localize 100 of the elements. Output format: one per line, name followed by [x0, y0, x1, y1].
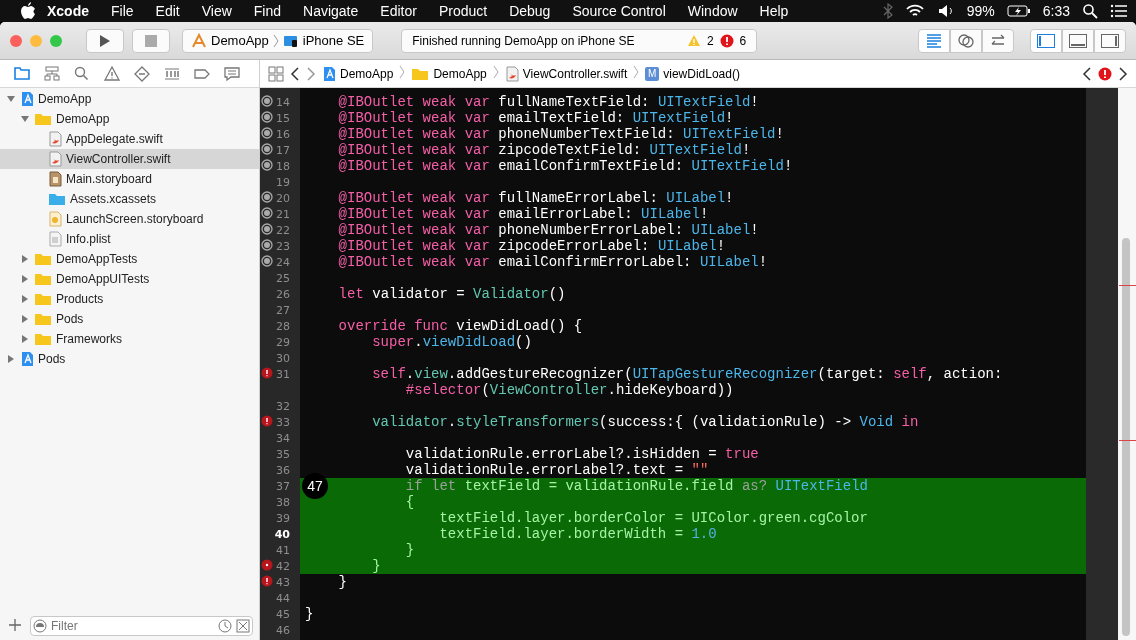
clock: 6:33 [1042, 3, 1070, 19]
file-tree-item[interactable]: DemoApp [0, 109, 259, 129]
code-line: @IBOutlet weak var emailErrorLabel: UILabel! [338, 206, 709, 222]
file-tree-item[interactable]: LaunchScreen.storyboard [0, 209, 259, 229]
panel-toggle-button[interactable] [1062, 28, 1094, 53]
code-line: validationRule.errorLabel?.text = "" [405, 462, 709, 478]
run-button[interactable] [86, 28, 124, 53]
line-number: 28 [276, 319, 290, 333]
zoom-button[interactable] [50, 34, 62, 47]
menu-item[interactable]: Xcode [36, 3, 100, 19]
line-number: 46 [276, 623, 290, 637]
menu-item[interactable]: Window [676, 3, 749, 19]
file-tree-item[interactable]: Pods [0, 309, 259, 329]
panel-toggle-button[interactable] [1030, 28, 1062, 53]
menu-item[interactable]: Editor [369, 3, 428, 19]
battery-charging-icon [1006, 4, 1031, 18]
filter-icon [33, 619, 47, 633]
close-button[interactable] [10, 34, 22, 47]
method-icon [645, 66, 660, 81]
panel-toggle-button[interactable] [1094, 28, 1126, 53]
file-tree-item[interactable]: DemoAppTests [0, 249, 259, 269]
plist-file-icon [48, 231, 62, 247]
line-number: 20 [276, 191, 290, 205]
warning-icon [103, 64, 121, 83]
line-number: 25 [276, 271, 290, 285]
editor-mode-button[interactable] [982, 28, 1014, 53]
menu-item[interactable]: File [100, 3, 145, 19]
file-tree-item[interactable]: ViewController.swift [0, 149, 259, 169]
menu-item[interactable]: Find [242, 3, 293, 19]
editor-mode-button[interactable] [950, 28, 982, 53]
breadcrumb-item[interactable]: ViewController.swift [504, 65, 628, 82]
menu-item[interactable]: View [190, 3, 243, 19]
line-number: 16 [276, 127, 290, 141]
related-items-icon [268, 65, 284, 82]
code-line: @IBOutlet weak var zipcodeErrorLabel: UILabel! [338, 238, 726, 254]
clock-icon [218, 619, 232, 633]
file-tree-item[interactable]: Products [0, 289, 259, 309]
menu-item[interactable]: Debug [498, 3, 562, 19]
chevron-icon [399, 65, 406, 79]
scroll-thumb[interactable] [1122, 238, 1130, 636]
scheme-selector[interactable]: DemoApp iPhone SE [182, 28, 374, 53]
code-line: validationRule.errorLabel?.isHidden = true [405, 446, 759, 462]
text-lines-icon [925, 31, 943, 50]
editor-mode-button[interactable] [918, 28, 950, 53]
breadcrumb-item[interactable]: DemoApp [322, 65, 394, 82]
breadcrumb-item[interactable]: DemoApp [411, 66, 487, 81]
file-tree-item[interactable]: Frameworks [0, 329, 259, 349]
line-number: 39 [276, 511, 290, 525]
error-icon [719, 33, 734, 48]
file-tree-item[interactable]: Main.storyboard [0, 169, 259, 189]
code-line: let validator = Validator() [338, 286, 566, 302]
outlet-connected-icon [261, 110, 273, 123]
bluetooth-icon [882, 3, 893, 19]
line-number: 22 [276, 223, 290, 237]
line-number: 21 [276, 207, 290, 221]
code-line: @IBOutlet weak var zipcodeTextField: UITextField! [338, 142, 751, 158]
line-number: 30 [276, 351, 290, 365]
step-badge: 47 [302, 473, 328, 499]
file-tree-item[interactable]: Assets.xcassets [0, 189, 259, 209]
line-number: 27 [276, 303, 290, 317]
file-tree-item[interactable]: DemoAppUITests [0, 269, 259, 289]
menu-item[interactable]: Product [427, 3, 499, 19]
line-number: 40 [274, 527, 290, 541]
folder-icon [34, 272, 52, 286]
outlet-connected-icon [261, 190, 273, 203]
hammer-app-icon [191, 32, 207, 49]
right-panel-icon [1100, 31, 1120, 50]
line-number: 29 [276, 335, 290, 349]
storyboard-file-icon [48, 171, 62, 187]
code-line: super.viewDidLoad() [372, 334, 532, 350]
folder-icon [34, 312, 52, 326]
error-icon [261, 574, 273, 587]
line-number: 26 [276, 287, 290, 301]
chevron-icon [633, 65, 640, 79]
file-tree-item[interactable]: DemoApp [0, 89, 259, 109]
code-line: override func viewDidLoad() { [338, 318, 583, 334]
code-line: if let textField = validationRule.field as? UITextField [405, 478, 868, 494]
outlet-connected-icon [261, 126, 273, 139]
bottom-panel-icon [1068, 31, 1088, 50]
filter-field[interactable]: Filter [30, 616, 253, 636]
file-tree-item[interactable]: Pods [0, 349, 259, 369]
menu-item[interactable]: Help [748, 3, 800, 19]
line-number: 35 [276, 447, 290, 461]
phone-icon [282, 33, 299, 48]
outlet-connected-icon [261, 222, 273, 235]
menu-item[interactable]: Source Control [561, 3, 677, 19]
stop-button[interactable] [132, 28, 170, 53]
code-line: @IBOutlet weak var fullNameErrorLabel: UILabel! [338, 190, 734, 206]
breadcrumb-item[interactable]: M viewDidLoad() [645, 66, 740, 81]
warning-count: 2 [706, 33, 714, 48]
file-tree-item[interactable]: Info.plist [0, 229, 259, 249]
code-line: @IBOutlet weak var emailConfirmErrorLabel: UILabel! [338, 254, 768, 270]
activity-viewer: Finished running DemoApp on iPhone SE 2 6 [401, 28, 758, 53]
file-tree-item[interactable]: AppDelegate.swift [0, 129, 259, 149]
menu-item[interactable]: Navigate [292, 3, 370, 19]
code-line: } [405, 542, 415, 558]
app-project-icon [20, 351, 34, 367]
left-panel-icon [1036, 31, 1056, 50]
menu-item[interactable]: Edit [144, 3, 191, 19]
line-number: 44 [276, 591, 290, 605]
